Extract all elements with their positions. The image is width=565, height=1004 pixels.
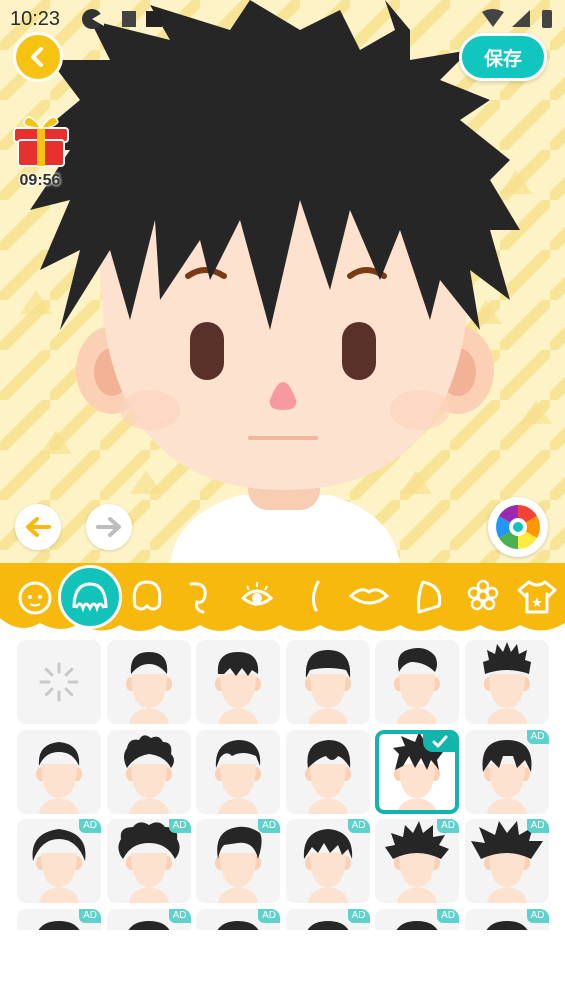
- hair-option[interactable]: AD: [17, 908, 101, 930]
- hair-icon: [72, 582, 108, 613]
- gift-countdown: 09:56: [19, 172, 61, 189]
- color-wheel-icon: [496, 505, 540, 549]
- ad-badge: AD: [258, 908, 280, 923]
- mouth-icon: [348, 588, 390, 605]
- hair-option[interactable]: AD: [106, 819, 191, 903]
- shirt-icon: [517, 580, 557, 614]
- ad-badge: AD: [437, 908, 459, 923]
- tab-mouth[interactable]: [344, 571, 394, 621]
- ad-badge: AD: [168, 819, 191, 833]
- hair-option[interactable]: AD: [196, 819, 280, 903]
- ad-badge: AD: [526, 908, 549, 923]
- gift-button[interactable]: [12, 108, 70, 168]
- hair-option[interactable]: [196, 640, 280, 724]
- hair-thumbnail: [36, 741, 82, 814]
- hair-thumbnail: [215, 652, 261, 724]
- hair-option[interactable]: AD: [464, 908, 549, 930]
- save-button[interactable]: 保存: [459, 33, 547, 81]
- hair-thumbnail: [215, 739, 261, 814]
- status-notification-icons: [82, 9, 162, 29]
- bottom-spacer: [0, 930, 565, 1004]
- ear-icon: [189, 582, 207, 614]
- avatar-right-eye: [342, 322, 376, 380]
- flower-accessory-icon: [467, 579, 499, 611]
- face-icon: [18, 581, 52, 615]
- status-time: 10:23: [10, 8, 61, 30]
- chevron-left-icon: [31, 47, 43, 67]
- hair-option[interactable]: AD: [106, 908, 191, 930]
- tab-face[interactable]: [10, 571, 60, 621]
- hair-thumbnail: [482, 642, 531, 724]
- status-system-icons: [482, 9, 552, 28]
- tab-nose[interactable]: [290, 571, 340, 621]
- hair-option[interactable]: AD: [464, 729, 549, 814]
- blush-icon: [417, 580, 442, 614]
- back-button[interactable]: [13, 32, 63, 82]
- ad-badge: AD: [258, 819, 280, 833]
- avatar-preview-stage: 10:23 保存 09:56: [0, 0, 565, 565]
- nose-icon: [311, 580, 320, 612]
- hair-option[interactable]: [285, 729, 370, 814]
- tab-cheeks[interactable]: [404, 571, 454, 621]
- hair-option[interactable]: AD: [375, 819, 459, 903]
- hair-option[interactable]: AD: [285, 819, 370, 903]
- hair-option[interactable]: AD: [285, 908, 370, 930]
- hair-option[interactable]: [375, 729, 459, 814]
- ad-badge: AD: [437, 819, 459, 833]
- hair-option[interactable]: [375, 640, 459, 724]
- none-loading-icon: [39, 662, 79, 702]
- checkmark-icon: [423, 733, 455, 752]
- ad-badge: AD: [168, 908, 191, 923]
- ad-badge: AD: [347, 819, 370, 833]
- avatar-hair: [20, 0, 520, 330]
- hair-thumbnail: [123, 734, 174, 814]
- hair-option[interactable]: AD: [375, 908, 459, 930]
- ad-badge: AD: [526, 819, 549, 833]
- ad-badge: AD: [79, 819, 101, 833]
- hair-option[interactable]: [17, 729, 101, 814]
- tab-accessories[interactable]: [458, 571, 508, 621]
- tab-ears[interactable]: [172, 571, 222, 621]
- category-tab-bar: [0, 563, 565, 633]
- hair-option[interactable]: AD: [196, 908, 280, 930]
- color-picker-button[interactable]: [488, 497, 548, 557]
- hair-option[interactable]: [464, 640, 549, 724]
- tab-hair[interactable]: [58, 565, 122, 629]
- tab-clothes[interactable]: [512, 571, 562, 621]
- tab-eyes[interactable]: [232, 571, 282, 621]
- hair-option[interactable]: [106, 729, 191, 814]
- hair-option[interactable]: [196, 729, 280, 814]
- hair-thumbnail: [394, 648, 440, 724]
- tab-back-hair[interactable]: [122, 571, 172, 621]
- hair-thumbnail: [304, 739, 351, 814]
- hair-option-none[interactable]: [17, 640, 101, 724]
- avatar: [20, 0, 520, 565]
- gift-icon: [13, 116, 69, 167]
- back-hair-icon: [132, 580, 162, 611]
- hair-thumbnail: [125, 652, 172, 724]
- avatar-left-eye: [190, 322, 224, 380]
- hair-option[interactable]: AD: [464, 819, 549, 903]
- hair-option[interactable]: [285, 640, 370, 724]
- hair-option[interactable]: [106, 640, 191, 724]
- arrow-right-icon: [96, 517, 121, 537]
- arrow-left-icon: [26, 517, 51, 537]
- hair-option[interactable]: AD: [17, 819, 101, 903]
- hair-style-grid: AD AD AD AD AD AD AD AD AD AD AD AD AD: [0, 633, 565, 930]
- ad-badge: AD: [526, 729, 549, 744]
- ad-badge: AD: [79, 908, 101, 923]
- undo-button[interactable]: [15, 504, 61, 550]
- ad-badge: AD: [347, 908, 370, 923]
- status-bar: 10:23: [0, 0, 565, 36]
- redo-button[interactable]: [86, 504, 132, 550]
- hair-thumbnail: [304, 650, 351, 724]
- eye-icon: [240, 582, 274, 606]
